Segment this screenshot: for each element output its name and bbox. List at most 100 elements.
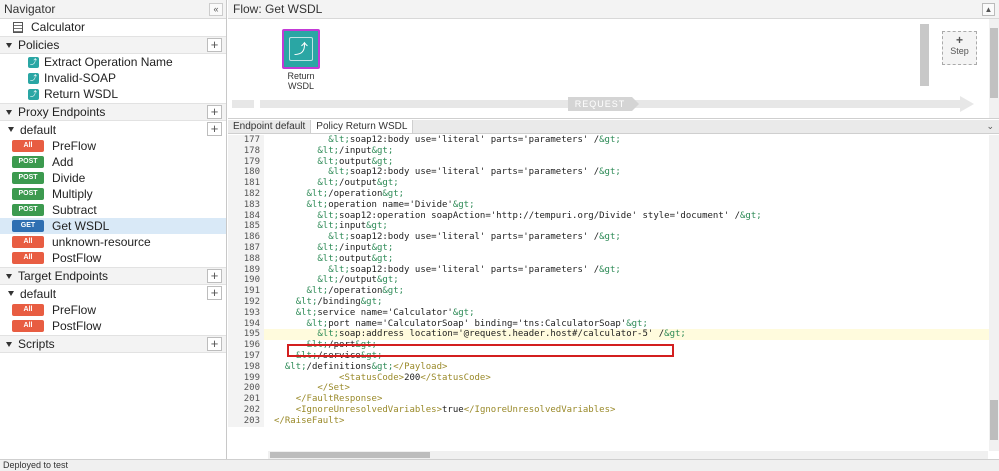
nav-item-api[interactable]: Calculator <box>0 19 226 35</box>
proxy-flow-list: All PreFlow POST Add POST Divide POST Multiply P… <box>0 138 226 266</box>
collapse-editor-icon[interactable]: ⌄ <box>986 121 994 132</box>
code-line[interactable]: 179 &lt;output&gt; <box>228 156 999 168</box>
code-line[interactable]: 186 &lt;soap12:body use='literal' parts=… <box>228 232 999 243</box>
flow-item[interactable]: All PreFlow <box>0 302 226 318</box>
code-line[interactable]: 193 &lt;service name='Calculator'&gt; <box>228 307 999 319</box>
add-target-flow-button[interactable]: + <box>207 286 222 300</box>
flow-item[interactable]: All PostFlow <box>0 318 226 334</box>
method-badge: All <box>12 304 44 316</box>
gutter <box>264 146 274 157</box>
code-line[interactable]: 188 &lt;output&gt; <box>228 253 999 265</box>
line-text: &lt;output&gt; <box>317 156 394 167</box>
code-area[interactable]: 177 &lt;soap12:body use='literal' parts=… <box>228 135 999 451</box>
code-line[interactable]: 184 &lt;soap12:operation soapAction='htt… <box>228 210 999 222</box>
code-line[interactable]: 203 </RaiseFault> <box>228 415 999 427</box>
expand-triangle-icon[interactable] <box>6 273 12 279</box>
code-line[interactable]: 183 &lt;operation name='Divide'&gt; <box>228 199 999 211</box>
add-step-button[interactable]: + Step <box>942 31 977 65</box>
editor-tab[interactable]: Policy Return WSDL <box>311 120 414 133</box>
expand-triangle-icon[interactable] <box>8 291 14 296</box>
code-line[interactable]: 185 &lt;input&gt; <box>228 221 999 233</box>
horizontal-scroll-thumb[interactable] <box>270 452 430 458</box>
policy-item[interactable]: ⤴ Return WSDL <box>0 86 226 102</box>
document-icon <box>13 21 23 33</box>
add-script-button[interactable]: + <box>207 337 222 351</box>
section-scripts[interactable]: Scripts + <box>0 335 226 353</box>
flow-item[interactable]: GET Get WSDL <box>0 218 226 234</box>
line-text: &lt;/operation&gt; <box>306 188 405 199</box>
scroll-up-icon[interactable]: ▲ <box>982 3 995 16</box>
flow-item[interactable]: POST Multiply <box>0 186 226 202</box>
code-line[interactable]: 199 <StatusCode>200</StatusCode> <box>228 372 999 384</box>
flow-scrollbar[interactable] <box>920 24 929 86</box>
expand-triangle-icon[interactable] <box>8 127 14 132</box>
add-target-endpoint-button[interactable]: + <box>207 269 222 283</box>
line-number: 190 <box>228 275 264 287</box>
gutter <box>264 189 274 200</box>
policy-item[interactable]: ⤴ Invalid-SOAP <box>0 70 226 86</box>
line-number: 188 <box>228 253 264 265</box>
code-line[interactable]: 191 &lt;/operation&gt; <box>228 286 999 297</box>
code-line[interactable]: 187 &lt;/input&gt; <box>228 242 999 254</box>
flow-item[interactable]: All unknown-resource <box>0 234 226 250</box>
code-line[interactable]: 202 <IgnoreUnresolvedVariables>true</Ign… <box>228 404 999 416</box>
code-line[interactable]: 198 &lt;/definitions&gt;</Payload> <box>228 361 999 373</box>
section-proxy-label: Proxy Endpoints <box>18 105 106 119</box>
vertical-scroll-thumb[interactable] <box>990 400 998 440</box>
expand-triangle-icon[interactable] <box>6 341 12 347</box>
method-badge: All <box>12 320 44 332</box>
code-line[interactable]: 192 &lt;/binding&gt; <box>228 296 999 308</box>
add-policy-button[interactable]: + <box>207 38 222 52</box>
flow-item[interactable]: All PostFlow <box>0 250 226 266</box>
return-wsdl-step[interactable]: ⤴ <box>282 29 320 69</box>
add-flow-button[interactable]: + <box>207 122 222 136</box>
code-line[interactable]: 195 &lt;soap:address location='@request.… <box>228 329 999 341</box>
line-number: 194 <box>228 318 264 330</box>
code-line[interactable]: 194 &lt;port name='CalculatorSoap' bindi… <box>228 318 999 330</box>
section-policies[interactable]: Policies + <box>0 36 226 54</box>
add-proxy-endpoint-button[interactable]: + <box>207 105 222 119</box>
target-default-item[interactable]: default + <box>0 285 226 302</box>
policy-label: Extract Operation Name <box>44 55 173 69</box>
navigator-title: Navigator <box>4 2 56 16</box>
flow-item[interactable]: POST Divide <box>0 170 226 186</box>
flow-item[interactable]: POST Subtract <box>0 202 226 218</box>
policy-step-icon: ⤴ <box>289 37 313 61</box>
line-text: &lt;service name='Calculator'&gt; <box>295 307 475 318</box>
line-number: 196 <box>228 340 264 351</box>
code-line[interactable]: 201 </FaultResponse> <box>228 394 999 405</box>
code-editor-panel: Endpoint default Policy Return WSDL ⌄ 177 … <box>228 120 999 459</box>
line-number: 193 <box>228 307 264 319</box>
code-line[interactable]: 189 &lt;soap12:body use='literal' parts=… <box>228 264 999 276</box>
gutter <box>264 243 274 254</box>
gutter <box>264 340 274 351</box>
line-text: &lt;operation name='Divide'&gt; <box>306 199 475 210</box>
section-target-endpoints[interactable]: Target Endpoints + <box>0 267 226 285</box>
code-line[interactable]: 177 &lt;soap12:body use='literal' parts=… <box>228 135 999 146</box>
section-proxy-endpoints[interactable]: Proxy Endpoints + <box>0 103 226 121</box>
editor-tab[interactable]: Endpoint default <box>228 120 312 133</box>
code-line[interactable]: 180 &lt;soap12:body use='literal' parts=… <box>228 167 999 179</box>
proxy-default-item[interactable]: default + <box>0 121 226 138</box>
collapse-navigator-icon[interactable]: « <box>209 3 223 16</box>
gutter <box>264 362 274 373</box>
expand-triangle-icon[interactable] <box>6 109 12 115</box>
gutter <box>264 211 274 222</box>
gutter <box>264 254 274 265</box>
line-number: 195 <box>228 329 264 341</box>
code-line[interactable]: 178 &lt;/input&gt; <box>228 145 999 157</box>
code-line[interactable]: 181 &lt;/output&gt; <box>228 178 999 189</box>
code-line[interactable]: 190 &lt;/output&gt; <box>228 275 999 287</box>
gutter <box>264 178 274 189</box>
status-text: Deployed to test <box>3 460 69 470</box>
code-line[interactable]: 200 </Set> <box>228 383 999 395</box>
flow-item[interactable]: All PreFlow <box>0 138 226 154</box>
flow-vertical-scroll-thumb[interactable] <box>990 28 998 98</box>
expand-triangle-icon[interactable] <box>6 42 12 48</box>
line-number: 198 <box>228 361 264 373</box>
code-line[interactable]: 182 &lt;/operation&gt; <box>228 188 999 200</box>
policy-label: Return WSDL <box>44 87 119 101</box>
policy-item[interactable]: ⤴ Extract Operation Name <box>0 54 226 70</box>
flow-item[interactable]: POST Add <box>0 154 226 170</box>
method-badge: All <box>12 236 44 248</box>
